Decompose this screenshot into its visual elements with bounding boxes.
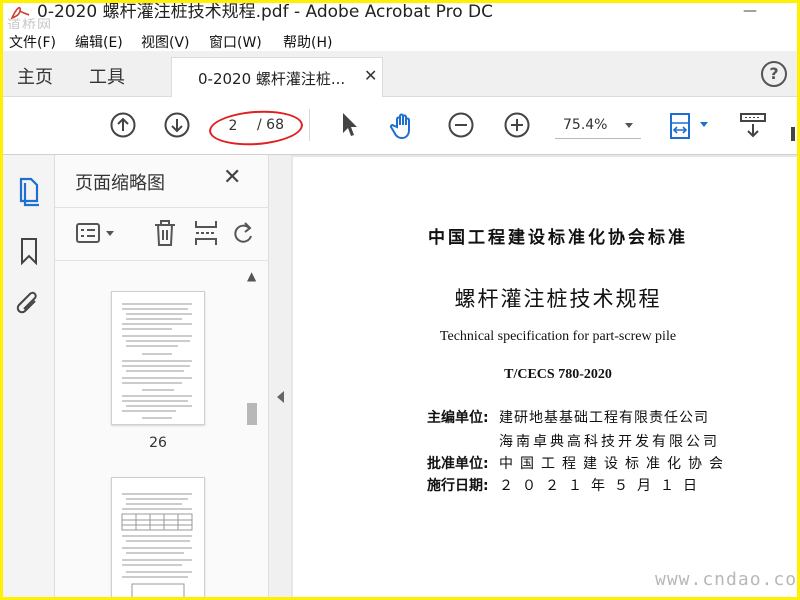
menu-view[interactable]: 视图(V) [141, 32, 190, 52]
menu-help[interactable]: 帮助(H) [283, 32, 332, 52]
approver-unit: 中国工程建设标准化协会 [499, 456, 730, 472]
zoom-select[interactable]: 75.4% [555, 115, 641, 139]
fit-page-icon[interactable] [667, 111, 715, 141]
chevron-down-icon [625, 123, 633, 128]
left-rail [3, 155, 55, 597]
highlight-ellipse [207, 107, 305, 149]
collapse-arrow-icon[interactable] [277, 391, 284, 403]
thumbnail-label: 26 [149, 435, 167, 451]
toolbar: 2 / 68 75.4% [3, 97, 797, 155]
close-tab-icon[interactable]: ✕ [364, 66, 377, 85]
effective-date: ２０２１年５月１日 [499, 478, 706, 494]
thumbnail-text-lines [122, 303, 192, 419]
date-label: 施行日期: [427, 478, 489, 494]
toolbar-divider [309, 109, 310, 141]
tab-document-label: 0-2020 螺杆灌注桩... [198, 70, 346, 88]
trash-icon[interactable] [151, 218, 179, 248]
panel-scrollbar[interactable]: ▲ [245, 263, 259, 597]
thumbnail-text-lines [121, 493, 193, 597]
hand-tool-icon[interactable] [389, 111, 419, 141]
english-title: Technical specification for part-screw p… [439, 329, 677, 344]
scrolling-mode-icon[interactable] [737, 111, 771, 141]
document-title: 螺杆灌注桩技术规程 [454, 287, 662, 311]
menu-window[interactable]: 窗口(W) [209, 32, 262, 52]
next-page-icon[interactable] [163, 111, 191, 139]
scroll-up-icon[interactable]: ▲ [247, 269, 256, 283]
panel-toolbar [55, 207, 269, 261]
close-panel-icon[interactable]: ✕ [223, 165, 241, 190]
acrobat-window: 道桥网 0-2020 螺杆灌注桩技术规程.pdf - Adobe Acrobat… [3, 3, 797, 597]
editor-label: 主编单位: [427, 410, 489, 426]
insert-page-icon[interactable] [193, 218, 219, 248]
menu-edit[interactable]: 编辑(E) [75, 32, 123, 52]
title-bar: 道桥网 0-2020 螺杆灌注桩技术规程.pdf - Adobe Acrobat… [3, 3, 797, 34]
toolbar-overflow-icon[interactable] [791, 127, 795, 141]
menu-bar: 文件(F) 编辑(E) 视图(V) 窗口(W) 帮助(H) [3, 29, 797, 51]
bookmark-icon[interactable] [19, 237, 39, 265]
tab-home[interactable]: 主页 [17, 63, 53, 89]
thumbnails-panel: 页面缩略图 ✕ ▲ 26 [55, 155, 269, 597]
tab-bar: 主页 工具 0-2020 螺杆灌注桩... ✕ ? [3, 51, 797, 97]
attachment-icon[interactable] [15, 291, 43, 321]
page-thumbnail[interactable] [111, 477, 205, 597]
tab-tools[interactable]: 工具 [89, 63, 125, 89]
rotate-icon[interactable] [231, 218, 255, 248]
scrollbar-thumb[interactable] [247, 403, 257, 425]
tab-document[interactable]: 0-2020 螺杆灌注桩... ✕ [171, 57, 383, 97]
document-view[interactable]: 中国工程建设标准化协会标准 螺杆灌注桩技术规程 Technical specif… [291, 155, 797, 597]
page-thumbnails-icon[interactable] [15, 175, 43, 207]
site-watermark: www.cndao.com [655, 569, 797, 590]
standard-code: T/CECS 780-2020 [504, 367, 612, 382]
window-title: 0-2020 螺杆灌注桩技术规程.pdf - Adobe Acrobat Pro… [37, 3, 494, 22]
panel-title: 页面缩略图 [75, 173, 165, 194]
panel-collapse-strip[interactable] [269, 155, 291, 597]
zoom-in-icon[interactable] [503, 111, 531, 139]
editor-unit-1: 建研地基基础工程有限责任公司 [499, 410, 709, 426]
standard-header: 中国工程建设标准化协会标准 [428, 228, 688, 248]
editor-unit-2: 海南卓典高科技开发有限公司 [499, 434, 720, 450]
pdf-page: 中国工程建设标准化协会标准 螺杆灌注桩技术规程 Technical specif… [293, 157, 797, 597]
page-thumbnail[interactable] [111, 291, 205, 425]
minimize-icon[interactable]: — [743, 3, 757, 19]
approver-label: 批准单位: [427, 456, 489, 472]
previous-page-icon[interactable] [109, 111, 137, 139]
zoom-value: 75.4% [563, 117, 608, 133]
thumbnail-options-icon[interactable] [75, 220, 119, 248]
menu-file[interactable]: 文件(F) [9, 32, 56, 52]
select-tool-icon[interactable] [339, 111, 359, 139]
help-icon[interactable]: ? [761, 61, 787, 87]
zoom-out-icon[interactable] [447, 111, 475, 139]
